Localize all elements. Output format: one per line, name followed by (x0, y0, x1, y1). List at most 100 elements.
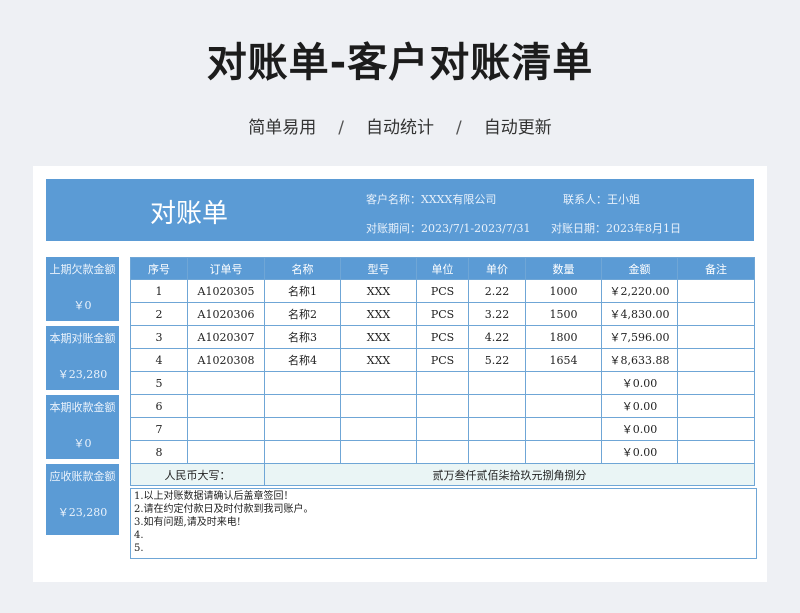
summary-previous-debt: 上期欠款金额 ￥0 (46, 257, 119, 321)
contact-person: 联系人：王小姐 (563, 193, 640, 206)
table-cell (677, 440, 755, 464)
page-title: 对账单-客户对账清单 (206, 40, 594, 86)
table-cell: ￥0.00 (601, 394, 678, 418)
table-cell: 1654 (525, 348, 602, 372)
table-cell (340, 417, 417, 441)
column-header: 名称 (264, 257, 341, 280)
table-cell: 4 (130, 348, 188, 372)
table-cell: 6 (130, 394, 188, 418)
table-cell: PCS (416, 325, 469, 349)
summary-value: ￥0 (73, 299, 92, 312)
statement-period: 对账期间：2023/7/1-2023/7/31 (366, 222, 531, 235)
table-cell: 2 (130, 302, 188, 326)
summary-value: ￥23,280 (57, 368, 108, 381)
table-cell (264, 417, 341, 441)
order-table: 序号 订单号 名称 型号 单位 单价 数量 金额 备注 1 A1020305 名称 1… (130, 257, 755, 486)
table-cell: A1020308 (187, 348, 265, 372)
note-line: 1.以上对账数据请确认后盖章签回！ (134, 491, 294, 502)
table-row: 4 A1020308 名称4 XXX PCS 5.22 1654 ￥8,633.88 (130, 348, 755, 372)
table-cell: 7 (130, 417, 188, 441)
table-row: 2 A1020306 名称2 XXX PCS 3.22 1500 ￥4,830.00 (130, 302, 755, 326)
table-cell (416, 394, 469, 418)
summary-value: ￥0 (73, 437, 92, 450)
table-cell: 1800 (525, 325, 602, 349)
table-cell: A1020307 (187, 325, 265, 349)
table-cell (264, 371, 341, 395)
table-cell (187, 394, 265, 418)
table-cell (187, 417, 265, 441)
table-cell (340, 394, 417, 418)
table-cell: 1500 (525, 302, 602, 326)
table-cell: PCS (416, 348, 469, 372)
page-subtitle: 简单易用 / 自动统计 / 自动更新 (0, 113, 800, 138)
rmb-total-row: 人民币大写： 贰万叁仟贰佰柒拾玖元捌角捌分 (130, 463, 755, 486)
table-cell (468, 417, 526, 441)
table-cell: 1000 (525, 279, 602, 303)
summary-received-amount: 本期收款金额 ￥0 (46, 395, 119, 459)
table-body: 1 A1020305 名称1 XXX PCS 2.22 1000 ￥2,220.00 2 A102… (130, 279, 755, 464)
summary-label: 应收账款金额 (49, 470, 116, 483)
column-header: 订单号 (187, 257, 265, 280)
table-cell: 名称4 (264, 348, 341, 372)
table-cell (468, 394, 526, 418)
statement-header: 对账单 客户名称：XXXX有限公司 联系人：王小姐 对账期间：2023/7/1-… (46, 179, 754, 241)
table-cell: 3 (130, 325, 188, 349)
column-header: 序号 (130, 257, 188, 280)
summary-label: 上期欠款金额 (49, 263, 116, 276)
table-cell: ￥2,220.00 (601, 279, 678, 303)
table-cell (416, 440, 469, 464)
column-header: 数量 (525, 257, 602, 280)
summary-current-amount: 本期对账金额 ￥23,280 (46, 326, 119, 390)
table-cell: 4.22 (468, 325, 526, 349)
table-cell (468, 371, 526, 395)
table-cell (525, 417, 602, 441)
table-cell: 5 (130, 371, 188, 395)
summary-label: 本期对账金额 (49, 332, 116, 345)
table-cell: XXX (340, 279, 417, 303)
column-header: 单位 (416, 257, 469, 280)
table-cell: XXX (340, 302, 417, 326)
table-header-row: 序号 订单号 名称 型号 单位 单价 数量 金额 备注 (130, 257, 755, 280)
table-cell (525, 371, 602, 395)
table-cell: XXX (340, 348, 417, 372)
table-cell: ￥0.00 (601, 440, 678, 464)
table-row: 7 ￥0.00 (130, 417, 755, 441)
table-cell: ￥8,633.88 (601, 348, 678, 372)
table-cell: ￥0.00 (601, 417, 678, 441)
subtitle-item: 自动统计 (366, 118, 434, 138)
rmb-label: 人民币大写： (130, 463, 265, 486)
table-cell (416, 371, 469, 395)
table-row: 3 A1020307 名称3 XXX PCS 4.22 1800 ￥7,596.00 (130, 325, 755, 349)
table-cell (187, 440, 265, 464)
statement-date: 对账日期：2023年8月1日 (551, 222, 681, 235)
table-cell: A1020305 (187, 279, 265, 303)
table-cell (677, 302, 755, 326)
statement-sheet: 对账单 客户名称：XXXX有限公司 联系人：王小姐 对账期间：2023/7/1-… (33, 166, 767, 582)
table-cell: 2.22 (468, 279, 526, 303)
table-row: 8 ￥0.00 (130, 440, 755, 464)
table-cell (264, 394, 341, 418)
table-row: 5 ￥0.00 (130, 371, 755, 395)
column-header: 单价 (468, 257, 526, 280)
table-cell: 名称3 (264, 325, 341, 349)
note-line: 3.如有问题,请及时来电! (134, 517, 241, 528)
customer-name: 客户名称：XXXX有限公司 (366, 193, 497, 206)
table-cell (677, 371, 755, 395)
table-cell: A1020306 (187, 302, 265, 326)
table-cell: ￥7,596.00 (601, 325, 678, 349)
table-cell: 1 (130, 279, 188, 303)
table-row: 1 A1020305 名称1 XXX PCS 2.22 1000 ￥2,220.00 (130, 279, 755, 303)
column-header: 型号 (340, 257, 417, 280)
table-cell: ￥4,830.00 (601, 302, 678, 326)
summary-label: 本期收款金额 (49, 401, 116, 414)
table-cell: 名称2 (264, 302, 341, 326)
subtitle-separator: / (338, 118, 344, 138)
table-cell (340, 371, 417, 395)
column-header: 备注 (677, 257, 755, 280)
table-cell (677, 348, 755, 372)
table-cell: PCS (416, 279, 469, 303)
note-line: 4. (134, 530, 144, 541)
note-line: 2.请在约定付款日及时付款到我司账户。 (134, 504, 314, 515)
table-cell (468, 440, 526, 464)
table-cell (677, 279, 755, 303)
